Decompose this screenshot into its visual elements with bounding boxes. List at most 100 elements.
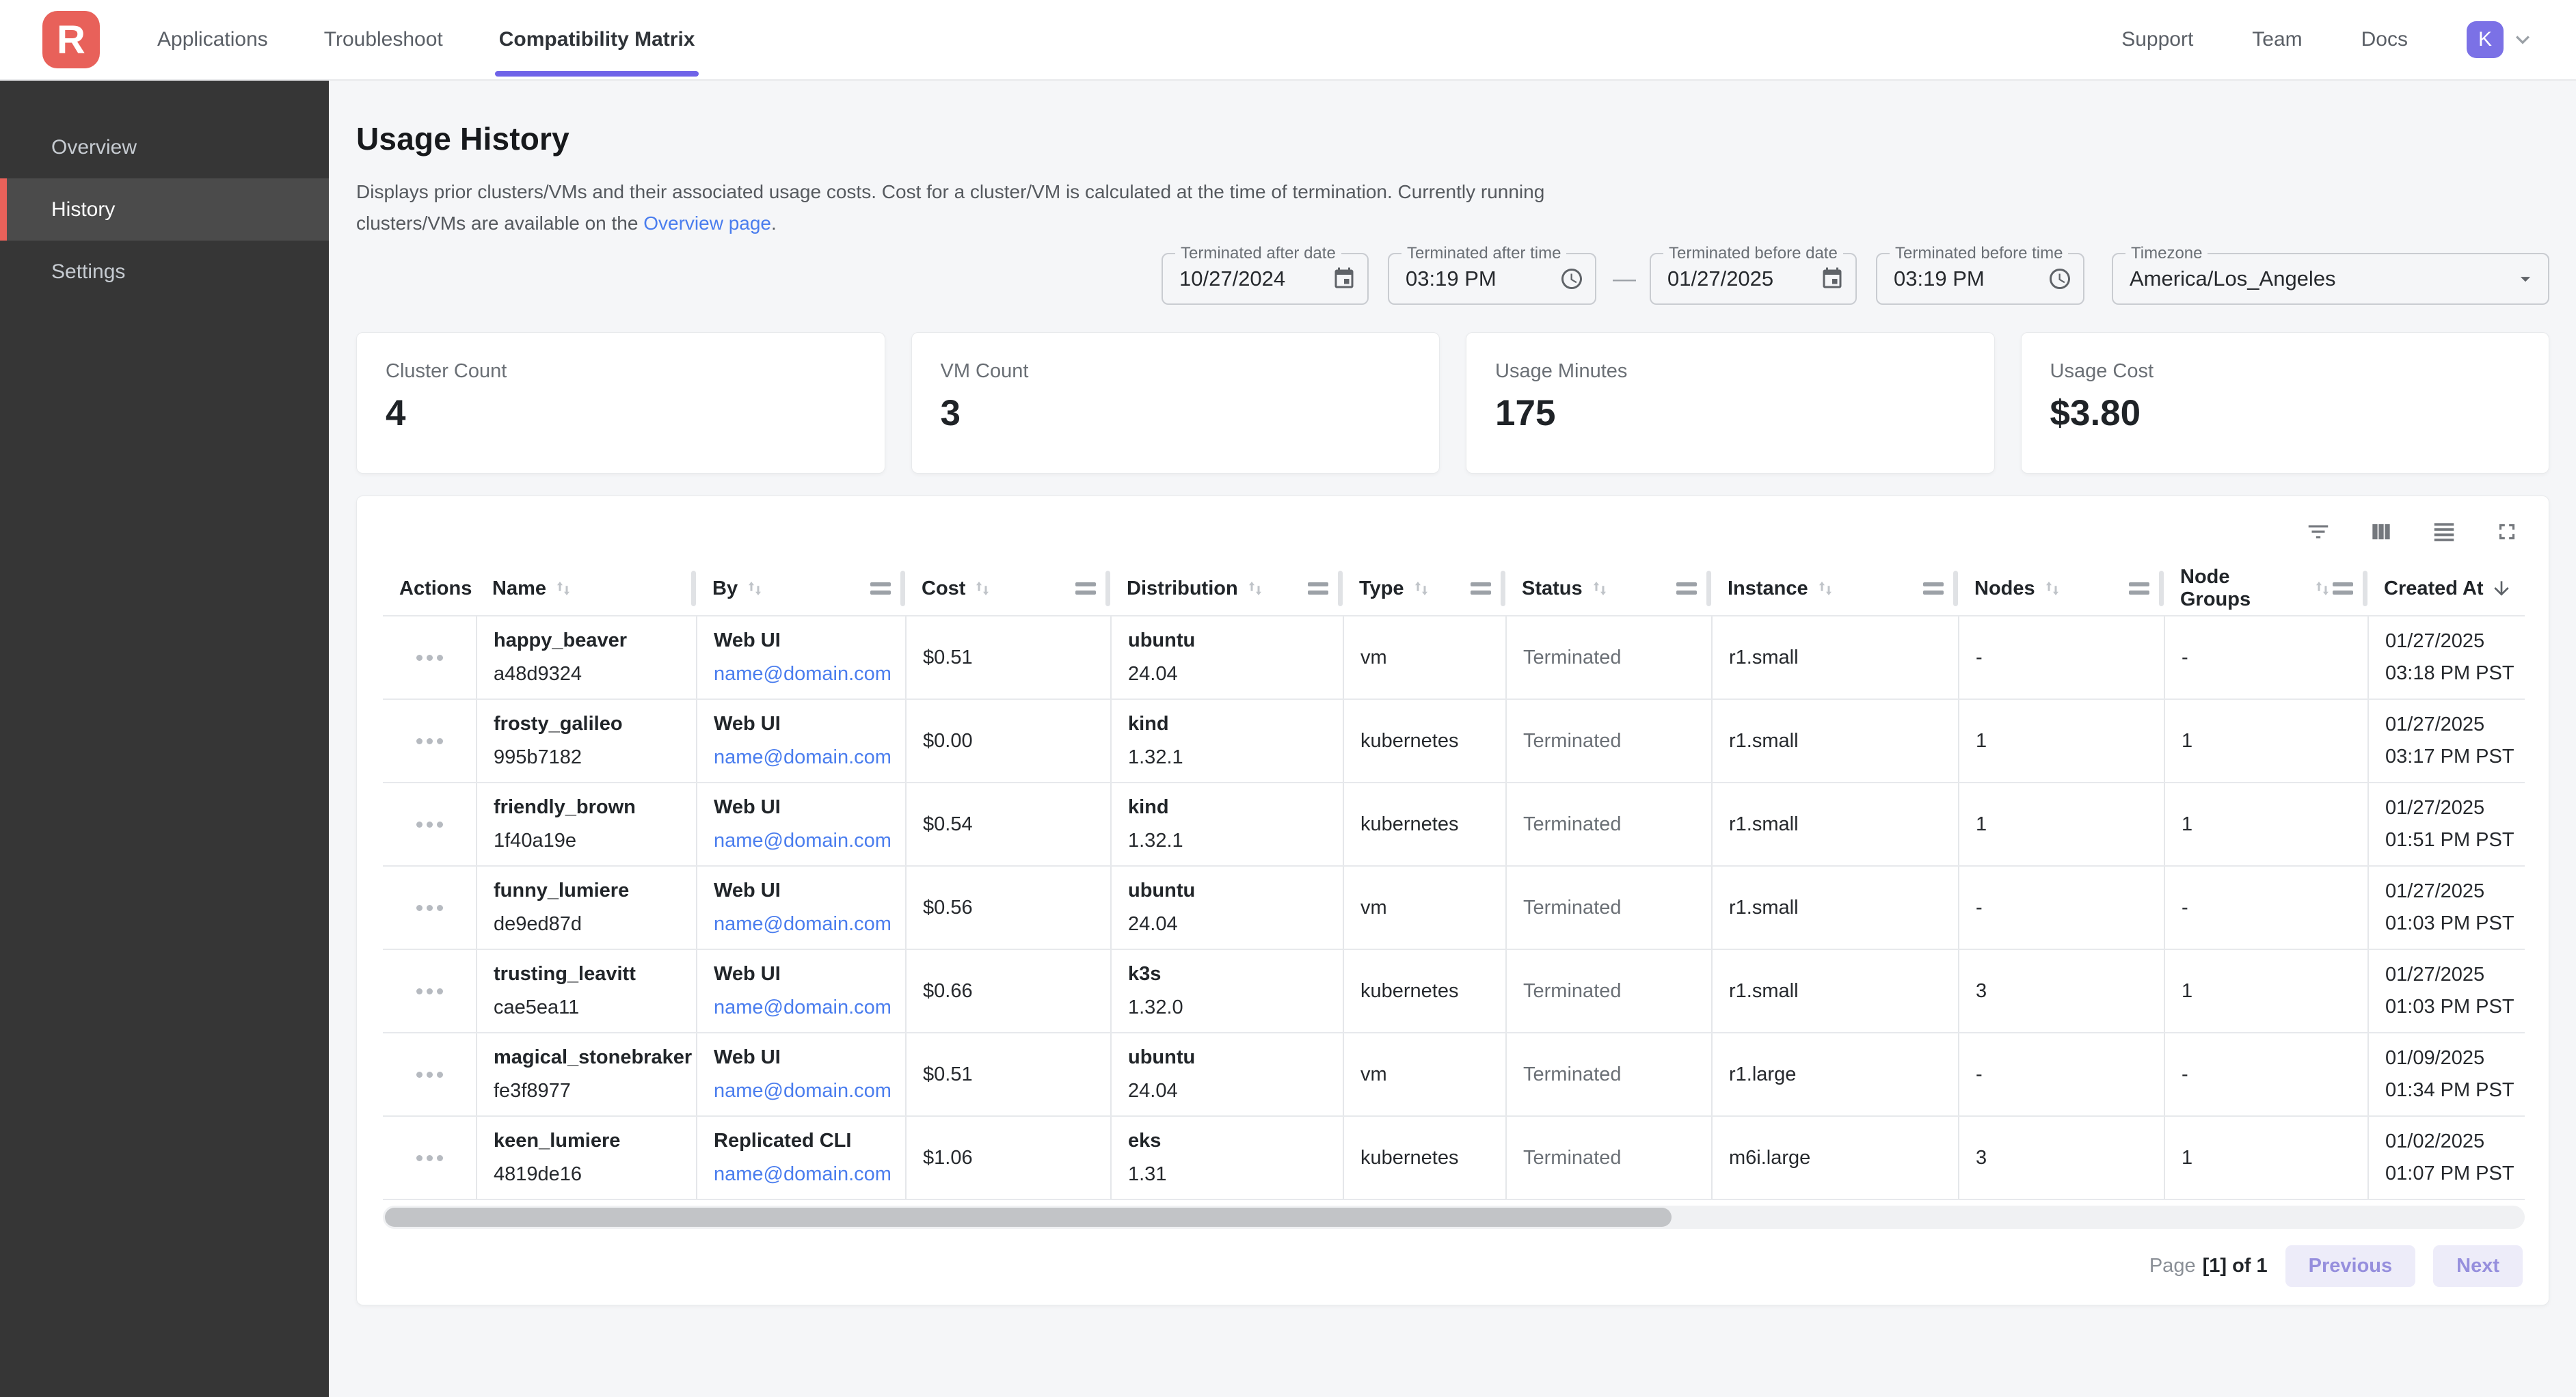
created-at-date: 01/09/2025: [2385, 1047, 2525, 1070]
terminated-after-time-field[interactable]: Terminated after time 03:19 PM: [1388, 253, 1596, 305]
sort-icon[interactable]: [972, 578, 993, 599]
column-header-cost[interactable]: Cost: [905, 562, 1110, 615]
created-by-email[interactable]: name@domain.com: [714, 996, 905, 1019]
column-header-node-groups[interactable]: Node Groups: [2164, 562, 2367, 615]
chevron-down-icon[interactable]: [2509, 26, 2536, 53]
column-separator[interactable]: [1953, 571, 1958, 606]
replicated-logo[interactable]: R: [42, 11, 100, 68]
created-by-email[interactable]: name@domain.com: [714, 1080, 905, 1102]
row-actions-button[interactable]: [416, 988, 443, 994]
terminated-before-time-field[interactable]: Terminated before time 03:19 PM: [1876, 253, 2084, 305]
sort-icon[interactable]: [2312, 578, 2333, 599]
filter-button[interactable]: [2303, 516, 2334, 547]
fullscreen-button[interactable]: [2491, 516, 2523, 547]
column-header-by[interactable]: By: [696, 562, 905, 615]
cluster-name: frosty_galileo: [494, 713, 696, 735]
terminated-after-date-field[interactable]: Terminated after date 10/27/2024: [1162, 253, 1369, 305]
overview-page-link[interactable]: Overview page: [643, 213, 771, 234]
terminated-before-date-value[interactable]: 01/27/2025: [1667, 267, 1773, 291]
sidebar-item-settings[interactable]: Settings: [0, 241, 329, 303]
type-cell: kubernetes: [1343, 950, 1505, 1032]
created-by-email[interactable]: name@domain.com: [714, 1163, 905, 1186]
column-header-actions[interactable]: Actions: [383, 562, 476, 615]
avatar[interactable]: K: [2467, 21, 2504, 58]
column-separator[interactable]: [1338, 571, 1343, 606]
sort-icon[interactable]: [1411, 578, 1432, 599]
column-separator[interactable]: [1501, 571, 1505, 606]
sidebar-item-history[interactable]: History: [0, 178, 329, 241]
name-cell: friendly_brown1f40a19e: [476, 783, 696, 865]
column-menu-icon[interactable]: [2129, 582, 2149, 595]
created-by-email[interactable]: name@domain.com: [714, 746, 905, 769]
nodes-cell: 1: [1958, 700, 2164, 782]
column-menu-icon[interactable]: [1676, 582, 1697, 595]
nav-item-applications[interactable]: Applications: [157, 0, 268, 79]
terminated-before-date-field[interactable]: Terminated before date 01/27/2025: [1650, 253, 1857, 305]
created-by-email[interactable]: name@domain.com: [714, 663, 905, 686]
nav-item-support[interactable]: Support: [2121, 28, 2193, 51]
column-menu-icon[interactable]: [2333, 582, 2353, 595]
created-by-email[interactable]: name@domain.com: [714, 830, 905, 852]
terminated-before-time-value[interactable]: 03:19 PM: [1894, 267, 1985, 291]
sort-icon[interactable]: [744, 578, 765, 599]
sidebar-item-overview[interactable]: Overview: [0, 116, 329, 178]
row-actions-button[interactable]: [416, 822, 443, 828]
column-separator[interactable]: [1706, 571, 1711, 606]
columns-button[interactable]: [2365, 516, 2397, 547]
column-menu-icon[interactable]: [1308, 582, 1328, 595]
cost-value: $0.56: [923, 897, 1110, 919]
created-by-email[interactable]: name@domain.com: [714, 913, 905, 936]
row-actions-button[interactable]: [416, 1155, 443, 1161]
previous-button[interactable]: Previous: [2285, 1245, 2416, 1287]
sort-icon[interactable]: [1245, 578, 1265, 599]
cluster-name: funny_lumiere: [494, 880, 696, 902]
nav-item-docs[interactable]: Docs: [2361, 28, 2408, 51]
column-separator[interactable]: [2363, 571, 2367, 606]
sort-icon[interactable]: [2042, 578, 2063, 599]
column-separator[interactable]: [1105, 571, 1110, 606]
column-menu-icon[interactable]: [1471, 582, 1491, 595]
sort-icon[interactable]: [553, 578, 574, 599]
column-header-created-at[interactable]: Created At: [2367, 562, 2525, 615]
nav-item-compatibility-matrix[interactable]: Compatibility Matrix: [499, 0, 695, 79]
next-button[interactable]: Next: [2433, 1245, 2523, 1287]
horizontal-scrollbar[interactable]: [383, 1206, 2525, 1229]
density-button[interactable]: [2428, 516, 2460, 547]
column-menu-icon[interactable]: [870, 582, 891, 595]
clock-icon[interactable]: [1559, 267, 1584, 291]
sort-icon[interactable]: [1815, 578, 1836, 599]
terminated-after-date-value[interactable]: 10/27/2024: [1179, 267, 1285, 291]
column-separator[interactable]: [900, 571, 905, 606]
timezone-value[interactable]: America/Los_Angeles: [2130, 267, 2336, 291]
terminated-after-time-value[interactable]: 03:19 PM: [1406, 267, 1497, 291]
created-at-time: 01:03 PM PST: [2385, 912, 2525, 935]
column-menu-icon[interactable]: [1923, 582, 1944, 595]
terminated-before-time-label: Terminated before time: [1890, 244, 2068, 263]
dropdown-arrow-icon[interactable]: [2514, 267, 2537, 290]
column-header-instance[interactable]: Instance: [1711, 562, 1958, 615]
column-header-name[interactable]: Name: [476, 562, 696, 615]
column-separator[interactable]: [691, 571, 696, 606]
column-menu-icon[interactable]: [1075, 582, 1096, 595]
nav-item-troubleshoot[interactable]: Troubleshoot: [324, 0, 443, 79]
column-header-nodes[interactable]: Nodes: [1958, 562, 2164, 615]
column-header-distribution[interactable]: Distribution: [1110, 562, 1343, 615]
calendar-icon[interactable]: [1820, 267, 1844, 291]
scrollbar-thumb[interactable]: [385, 1208, 1672, 1227]
cluster-id: de9ed87d: [494, 913, 696, 936]
row-actions-button[interactable]: [416, 738, 443, 744]
sort-icon[interactable]: [1589, 578, 1610, 599]
sort-desc-icon[interactable]: [2491, 578, 2512, 599]
row-actions-button[interactable]: [416, 905, 443, 911]
clock-icon[interactable]: [2048, 267, 2072, 291]
nav-item-team[interactable]: Team: [2252, 28, 2302, 51]
row-actions-button[interactable]: [416, 655, 443, 661]
calendar-icon[interactable]: [1332, 267, 1356, 291]
timezone-label: Timezone: [2125, 244, 2208, 263]
column-header-type[interactable]: Type: [1343, 562, 1505, 615]
timezone-select[interactable]: Timezone America/Los_Angeles: [2112, 253, 2549, 305]
stat-label: Usage Cost: [2050, 360, 2521, 383]
row-actions-button[interactable]: [416, 1072, 443, 1078]
column-separator[interactable]: [2159, 571, 2164, 606]
column-header-status[interactable]: Status: [1505, 562, 1711, 615]
